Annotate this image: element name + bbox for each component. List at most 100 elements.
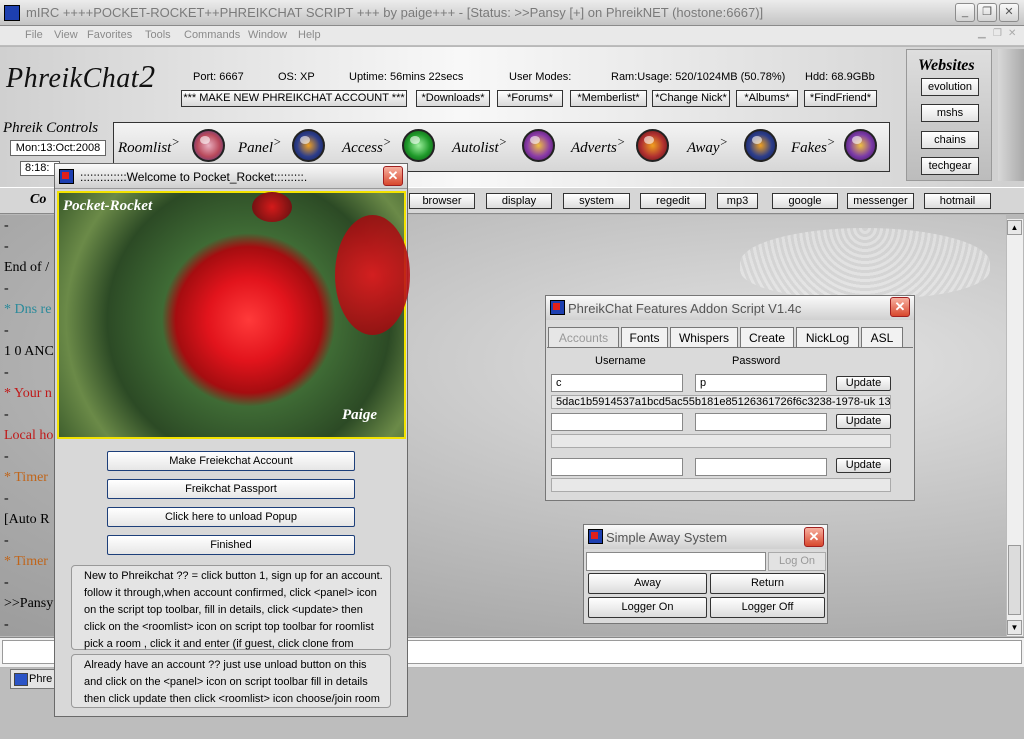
restore-button[interactable]: ❐ (977, 3, 997, 22)
display-button[interactable]: display (486, 193, 552, 209)
menu-commands[interactable]: Commands (184, 29, 240, 41)
autolist-control[interactable]: Autolist> (452, 135, 507, 157)
chat-line: * Timer (4, 554, 48, 569)
menu-view[interactable]: View (54, 29, 78, 41)
password-field-3[interactable] (695, 458, 827, 476)
info2-line: Already have an account ?? just use unlo… (84, 659, 367, 671)
away-message-input[interactable] (586, 552, 766, 571)
logon-button[interactable]: Log On (768, 552, 826, 571)
info2-line: and click on the <panel> icon on script … (84, 676, 368, 688)
albums-button[interactable]: *Albums* (736, 90, 798, 107)
google-button[interactable]: google (772, 193, 838, 209)
panel-label: Panel (238, 140, 273, 156)
mp3-button[interactable]: mp3 (717, 193, 758, 209)
make-account-button[interactable]: *** MAKE NEW PHREIKCHAT ACCOUNT *** (181, 90, 407, 107)
website-chains-button[interactable]: chains (921, 131, 979, 149)
toolbar-edge (998, 49, 1024, 181)
tab-fonts[interactable]: Fonts (621, 327, 668, 348)
away-title: Simple Away System (606, 530, 728, 545)
chat-line: * Timer (4, 470, 48, 485)
tab-create[interactable]: Create (740, 327, 794, 348)
tab-whispers[interactable]: Whispers (670, 327, 738, 348)
mdi-minimize-icon[interactable]: ▁ (978, 28, 986, 39)
scroll-down-icon[interactable]: ▼ (1007, 620, 1022, 635)
access-dollar-icon[interactable] (402, 129, 435, 162)
autolist-arrow: > (498, 135, 508, 149)
fakes-arrow: > (826, 135, 836, 149)
fakes-control[interactable]: Fakes> (791, 135, 835, 157)
chat-line: * Your n (4, 386, 52, 401)
mdi-restore-icon[interactable]: ❐ (993, 28, 1002, 39)
minimize-button[interactable]: _ (955, 3, 975, 22)
return-button[interactable]: Return (710, 573, 825, 594)
away-close-icon[interactable]: ✕ (804, 527, 824, 547)
close-button[interactable]: ✕ (999, 3, 1019, 22)
adverts-orb-icon[interactable] (636, 129, 669, 162)
findfriend-button[interactable]: *FindFriend* (804, 90, 877, 107)
username-field-1[interactable]: c (551, 374, 683, 392)
fakes-orb-icon[interactable] (844, 129, 877, 162)
logo-text: PhreikChat (6, 63, 140, 94)
logger-on-button[interactable]: Logger On (588, 597, 707, 618)
change-nick-button[interactable]: *Change Nick* (652, 90, 730, 107)
unload-popup-button[interactable]: Click here to unload Popup (107, 507, 355, 527)
update-button-2[interactable]: Update (836, 414, 891, 429)
info1-line: on the script top toolbar, fill in detai… (84, 604, 363, 616)
make-account-popup-button[interactable]: Make Freiekchat Account (107, 451, 355, 471)
roomlist-orb-icon[interactable] (192, 129, 225, 162)
logger-off-button[interactable]: Logger Off (710, 597, 825, 618)
away-control[interactable]: Away> (687, 135, 728, 157)
regedit-button[interactable]: regedit (640, 193, 706, 209)
panel-control[interactable]: Panel> (238, 135, 281, 157)
access-control[interactable]: Access> (342, 135, 391, 157)
scroll-thumb[interactable] (1008, 545, 1021, 615)
tab-accounts[interactable]: Accounts (548, 327, 619, 348)
update-button-3[interactable]: Update (836, 458, 891, 473)
account-hash-2 (551, 434, 891, 448)
tab-asl[interactable]: ASL (861, 327, 903, 348)
username-field-2[interactable] (551, 413, 683, 431)
menu-file[interactable]: File (25, 29, 43, 41)
password-field-2[interactable] (695, 413, 827, 431)
away-button[interactable]: Away (588, 573, 707, 594)
scroll-up-icon[interactable]: ▲ (1007, 220, 1022, 235)
menu-tools[interactable]: Tools (145, 29, 171, 41)
password-field-1[interactable]: p (695, 374, 827, 392)
websites-title: Websites (918, 57, 975, 74)
chat-line: - (4, 491, 9, 506)
menu-favorites[interactable]: Favorites (87, 29, 132, 41)
passport-button[interactable]: Freikchat Passport (107, 479, 355, 499)
finished-button[interactable]: Finished (107, 535, 355, 555)
roomlist-label: Roomlist (118, 140, 172, 156)
away-orb-icon[interactable] (744, 129, 777, 162)
website-techgear-button[interactable]: techgear (921, 157, 979, 175)
hotmail-button[interactable]: hotmail (924, 193, 991, 209)
forums-button[interactable]: *Forums* (497, 90, 563, 107)
autolist-orb-icon[interactable] (522, 129, 555, 162)
adverts-control[interactable]: Adverts> (571, 135, 625, 157)
browser-button[interactable]: browser (409, 193, 475, 209)
website-evolution-button[interactable]: evolution (921, 78, 979, 96)
downloads-button[interactable]: *Downloads* (416, 90, 490, 107)
username-field-3[interactable] (551, 458, 683, 476)
roomlist-control[interactable]: Roomlist> (118, 135, 180, 157)
welcome-close-icon[interactable]: ✕ (383, 166, 403, 186)
tab-nicklog[interactable]: NickLog (796, 327, 859, 348)
date-display: Mon:13:Oct:2008 (10, 140, 106, 156)
switchbar-item[interactable]: Phre (10, 669, 58, 689)
messenger-button[interactable]: messenger (847, 193, 914, 209)
website-mshs-button[interactable]: mshs (921, 104, 979, 122)
menu-help[interactable]: Help (298, 29, 321, 41)
panel-orb-icon[interactable] (292, 129, 325, 162)
system-button[interactable]: system (563, 193, 630, 209)
features-close-icon[interactable]: ✕ (890, 297, 910, 317)
welcome-app-icon (59, 169, 74, 184)
menu-window[interactable]: Window (248, 29, 287, 41)
update-button-1[interactable]: Update (836, 376, 891, 391)
mdi-close-icon[interactable]: ✕ (1008, 28, 1016, 39)
phreik-controls-label: Phreik Controls (3, 120, 99, 136)
chat-line: - (4, 365, 9, 380)
access-arrow: > (382, 135, 392, 149)
memberlist-button[interactable]: *Memberlist* (570, 90, 647, 107)
rose-secondary-shape (335, 215, 410, 335)
